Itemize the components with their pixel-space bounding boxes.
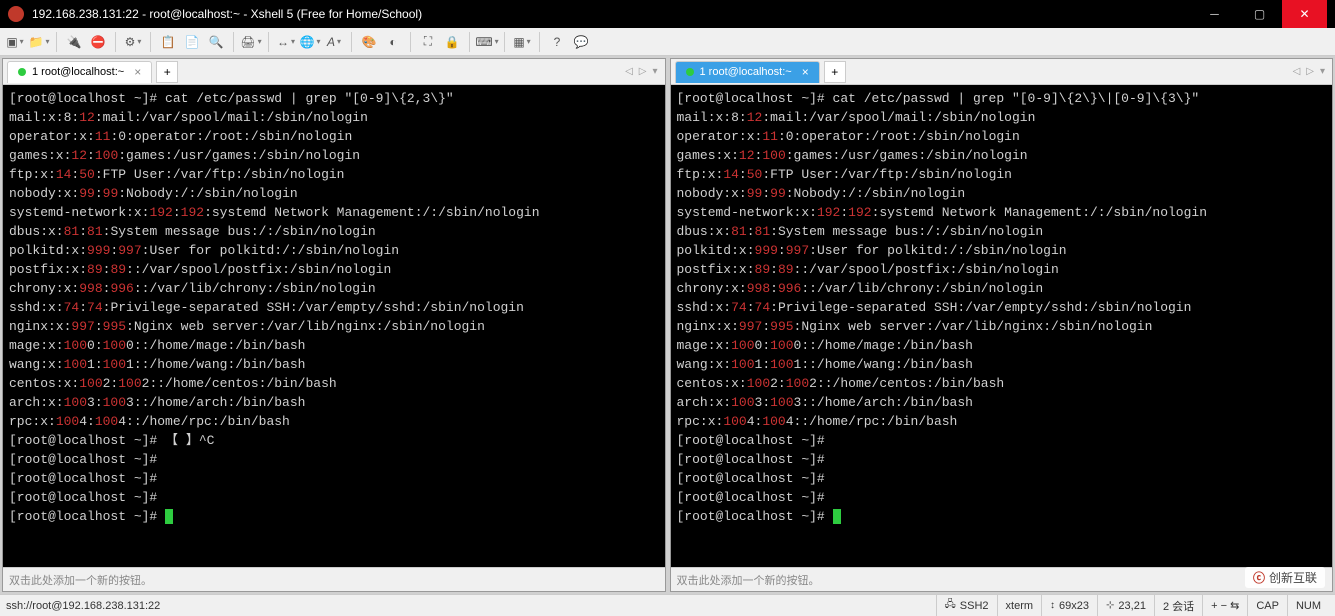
watermark: ⓒ 创新互联 [1245,567,1325,588]
minimize-button[interactable]: ─ [1192,0,1237,28]
left-tabbar: 1 root@localhost:~ × + ◁ ▷ ▾ [3,59,665,85]
right-tab[interactable]: 1 root@localhost:~ × [675,61,820,83]
tab-next-icon[interactable]: ▷ [1303,66,1317,77]
status-pos: ⊹23,21 [1097,595,1154,616]
status-sessions: 2 会话 [1154,595,1202,616]
status-caps: CAP [1247,595,1287,616]
color-scheme-button[interactable]: 🎨 [358,31,380,53]
lock-button[interactable]: 🔒 [441,31,463,53]
toolbar: ▣ 📁 🔌 ⛔ ⚙ 📋 📄 🔍 🖨 ↔ 🌐 A 🎨 ◐ ⛶ 🔒 ⌨ ▦ ? 💬 [0,28,1335,56]
split-panes: 1 root@localhost:~ × + ◁ ▷ ▾ [root@local… [0,56,1335,594]
titlebar: 192.168.238.131:22 - root@localhost:~ - … [0,0,1335,28]
globe-button[interactable]: 🌐 [299,31,321,53]
keyboard-button[interactable]: ⌨ [476,31,498,53]
tab-menu-icon[interactable]: ▾ [1317,66,1328,77]
tab-label: 1 root@localhost:~ [700,66,792,78]
paste-button[interactable]: 📄 [181,31,203,53]
font-button[interactable]: A [323,31,345,53]
status-num: NUM [1287,595,1329,616]
right-terminal[interactable]: [root@localhost ~]# cat /etc/passwd | gr… [671,85,1333,567]
statusbar: ssh://root@192.168.238.131:22 🖧SSH2 xter… [0,594,1335,616]
add-tab-button[interactable]: + [156,61,178,83]
left-hint[interactable]: 双击此处添加一个新的按钮。 [3,567,665,591]
left-terminal[interactable]: [root@localhost ~]# cat /etc/passwd | gr… [3,85,665,567]
status-nav[interactable]: + − ⇆ [1202,595,1247,616]
ssh-icon: 🖧 [945,597,956,614]
window-title: 192.168.238.131:22 - root@localhost:~ - … [32,7,1192,21]
pos-icon: ⊹ [1106,600,1114,611]
transfer-button[interactable]: ↔ [275,31,297,53]
right-pane: 1 root@localhost:~ × + ◁ ▷ ▾ [root@local… [670,58,1334,592]
find-button[interactable]: 🔍 [205,31,227,53]
tab-close-icon[interactable]: × [134,65,141,79]
fullscreen-button[interactable]: ⛶ [417,31,439,53]
new-session-button[interactable]: ▣ [4,31,26,53]
add-tab-button[interactable]: + [824,61,846,83]
left-tab[interactable]: 1 root@localhost:~ × [7,61,152,83]
copy-button[interactable]: 📋 [157,31,179,53]
tab-prev-icon[interactable]: ◁ [1290,66,1304,77]
properties-button[interactable]: ⚙ [122,31,144,53]
status-connection: ssh://root@192.168.238.131:22 [6,600,160,612]
tab-menu-icon[interactable]: ▾ [649,66,660,77]
status-dot-icon [686,68,694,76]
highlight-button[interactable]: ◐ [382,31,404,53]
status-term: xterm [997,595,1042,616]
open-button[interactable]: 📁 [28,31,50,53]
tab-prev-icon[interactable]: ◁ [622,66,636,77]
watermark-logo-icon: ⓒ [1253,569,1265,586]
right-hint[interactable]: 双击此处添加一个新的按钮。 [671,567,1333,591]
disconnect-button[interactable]: ⛔ [87,31,109,53]
tab-next-icon[interactable]: ▷ [636,66,650,77]
status-size: ↕69x23 [1041,595,1097,616]
help-button[interactable]: ? [546,31,568,53]
chat-button[interactable]: 💬 [570,31,592,53]
status-dot-icon [18,68,26,76]
app-icon [8,6,24,22]
right-tabbar: 1 root@localhost:~ × + ◁ ▷ ▾ [671,59,1333,85]
reconnect-button[interactable]: 🔌 [63,31,85,53]
print-button[interactable]: 🖨 [240,31,262,53]
left-pane: 1 root@localhost:~ × + ◁ ▷ ▾ [root@local… [2,58,666,592]
status-ssh: 🖧SSH2 [936,595,997,616]
size-icon: ↕ [1050,600,1055,611]
maximize-button[interactable]: ▢ [1237,0,1282,28]
tab-label: 1 root@localhost:~ [32,66,124,78]
layout-button[interactable]: ▦ [511,31,533,53]
close-button[interactable]: ✕ [1282,0,1327,28]
tab-close-icon[interactable]: × [802,65,809,79]
